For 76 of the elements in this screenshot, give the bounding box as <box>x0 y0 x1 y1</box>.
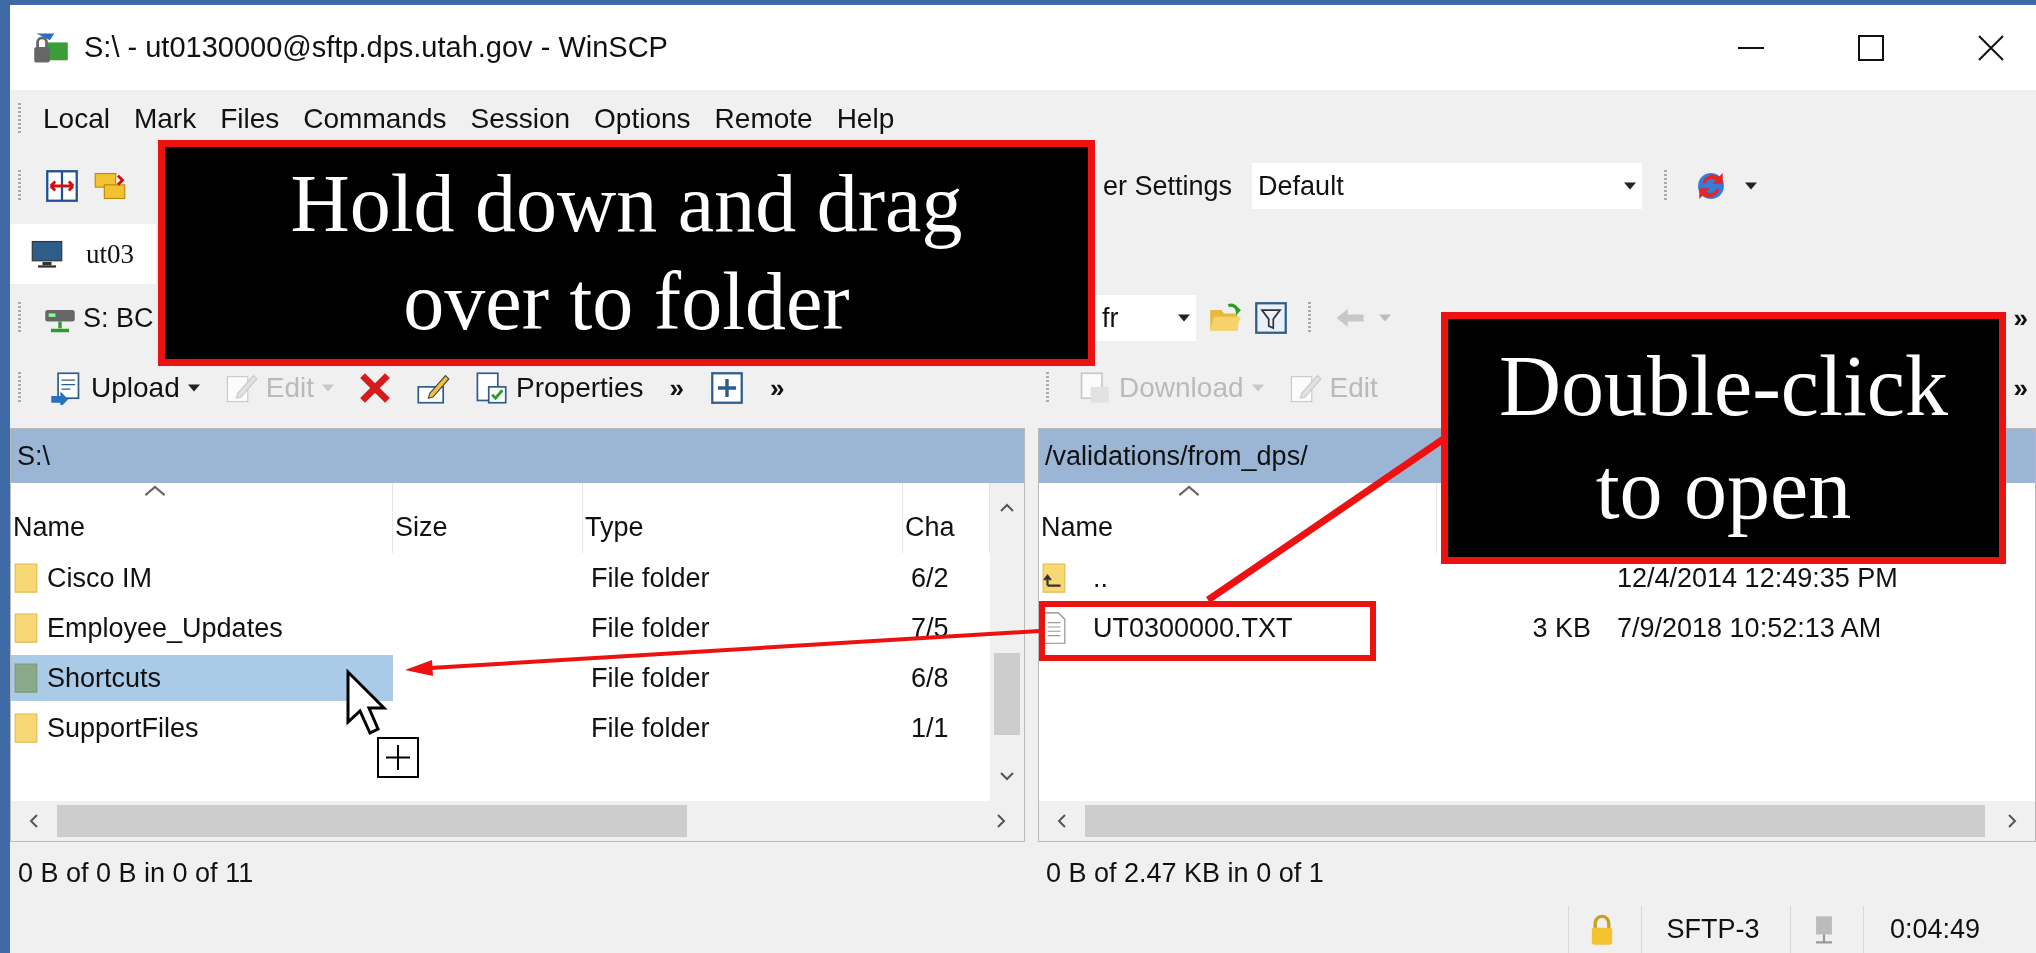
table-cell-text: 6/8 <box>910 662 950 694</box>
folder-icon <box>13 611 39 645</box>
folder-icon <box>13 661 39 695</box>
toolbar-overflow[interactable]: » <box>661 372 693 404</box>
table-cell-text: File folder <box>590 662 711 694</box>
menu-item[interactable]: Local <box>31 103 122 135</box>
column-header[interactable]: Name <box>11 483 393 553</box>
menu-item[interactable]: Mark <box>121 103 209 135</box>
menu-item[interactable]: Files <box>208 103 292 135</box>
table-cell-text: File folder <box>590 562 711 594</box>
close-icon[interactable] <box>1976 32 2006 63</box>
menu-item[interactable]: Session <box>458 103 583 135</box>
table-cell-text: 12/4/2014 12:49:35 PM <box>1616 562 1899 594</box>
path-header: S:\ <box>11 429 1024 483</box>
table-cell-text: File folder <box>590 612 711 644</box>
scroll-right-icon[interactable] <box>996 813 1006 829</box>
table-cell-text: 7/9/2018 10:52:13 AM <box>1616 612 1883 644</box>
file-list-item[interactable]: .. <box>1039 555 1437 601</box>
plus-icon <box>710 371 745 405</box>
file-list-item[interactable]: UT0300000.TXT <box>1039 605 1437 651</box>
transfer-settings-dropdown[interactable]: Default <box>1252 163 1643 209</box>
folder-icon <box>13 561 39 595</box>
vertical-scrollbar[interactable] <box>990 483 1024 801</box>
menu-item[interactable]: Help <box>824 103 907 135</box>
caret-icon[interactable] <box>1624 182 1637 190</box>
delete-icon <box>358 371 392 405</box>
window-title: S:\ - ut0130000@sftp.dps.utah.gov - WinSCP <box>84 31 668 64</box>
scroll-thumb[interactable] <box>994 653 1020 735</box>
toolbar-overflow[interactable]: » <box>762 372 793 404</box>
horizontal-scrollbar[interactable] <box>11 801 1024 841</box>
scroll-left-icon[interactable] <box>1057 813 1067 829</box>
compare-icon[interactable] <box>45 169 79 203</box>
parent-folder-icon <box>1041 561 1067 595</box>
horizontal-scrollbar[interactable] <box>1039 801 2035 841</box>
transfer-settings-label: er Settings <box>1103 170 1233 202</box>
toolbar-overflow[interactable]: » <box>2005 372 2036 404</box>
properties-icon <box>474 371 508 405</box>
caret-icon[interactable] <box>1745 182 1758 190</box>
table-cell-text: 6/2 <box>910 562 950 594</box>
caret-icon[interactable] <box>187 384 200 392</box>
session-timer: 0:04:49 <box>1889 914 1981 945</box>
table-cell-text: File folder <box>590 712 711 744</box>
selection-summary: 0 B of 0 B in 0 of 11 <box>18 857 254 889</box>
file-list-item[interactable]: Shortcuts <box>11 655 393 701</box>
scroll-down-icon[interactable] <box>999 771 1015 781</box>
properties-button[interactable]: Properties <box>468 367 650 409</box>
table-cell-text: 1/1 <box>910 712 950 744</box>
session-tab[interactable]: ut03 <box>10 224 156 284</box>
protocol-label: SFTP-3 <box>1666 914 1760 945</box>
menu-item[interactable]: Options <box>582 103 703 135</box>
toolbar-overflow[interactable]: » <box>2005 302 2036 334</box>
filter-icon[interactable] <box>1254 301 1288 335</box>
menu-item[interactable]: Remote <box>702 103 825 135</box>
scroll-right-icon[interactable] <box>2007 813 2017 829</box>
maximize-icon[interactable] <box>1856 32 1886 63</box>
column-header[interactable]: Type <box>583 483 903 553</box>
sort-icon <box>144 485 167 497</box>
selection-summary: 0 B of 2.47 KB in 0 of 1 <box>1046 857 1324 889</box>
callout-note: Double-click to open <box>1441 312 2006 564</box>
remote-path-dropdown[interactable]: fr <box>1096 295 1196 341</box>
scroll-left-icon[interactable] <box>29 813 39 829</box>
scroll-up-icon[interactable] <box>999 503 1015 513</box>
folder-icon <box>13 711 39 745</box>
column-header[interactable]: Size <box>393 483 583 553</box>
column-header[interactable]: Name <box>1039 483 1437 553</box>
sort-icon <box>1177 485 1200 497</box>
menu-item[interactable]: Commands <box>291 103 459 135</box>
drive-selector[interactable]: S: BC <box>43 301 154 335</box>
upload-button[interactable]: Upload <box>43 367 206 409</box>
caret-icon[interactable] <box>1178 314 1190 322</box>
callout-note: Hold down and drag over to folder <box>158 140 1095 366</box>
file-list-item[interactable]: Employee_Updates <box>11 605 393 651</box>
table-cell: 3 KB <box>1532 612 1591 643</box>
drag-cursor-icon <box>346 668 419 778</box>
file-list-item[interactable]: SupportFiles <box>11 705 393 751</box>
file-list-item[interactable]: Cisco IM <box>11 555 393 601</box>
